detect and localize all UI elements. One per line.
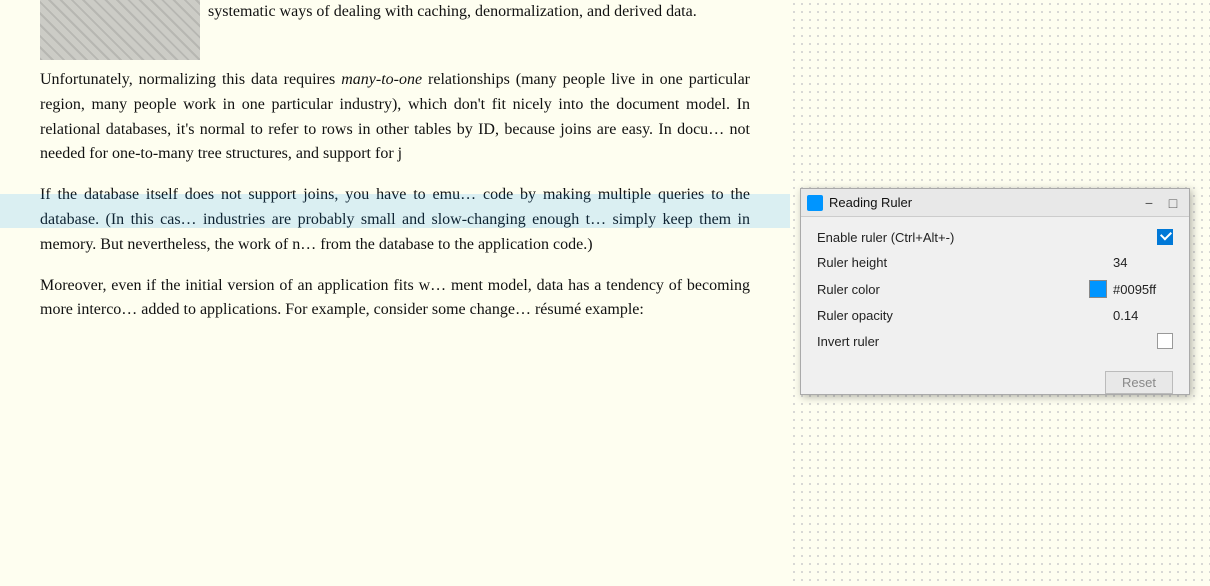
paragraph-3: Moreover, even if the initial version of…	[40, 274, 750, 324]
ruler-opacity-row: Ruler opacity 0.14	[817, 308, 1173, 323]
minimize-button[interactable]: −	[1139, 193, 1159, 213]
ruler-panel-body: Enable ruler (Ctrl+Alt+-) Ruler height 3…	[801, 217, 1189, 383]
ruler-color-group[interactable]: #0095ff	[1089, 280, 1173, 298]
ruler-color-swatch[interactable]	[1089, 280, 1107, 298]
ruler-opacity-value: 0.14	[1113, 308, 1173, 323]
ruler-panel-title: Reading Ruler	[829, 195, 1139, 210]
ruler-opacity-label: Ruler opacity	[817, 308, 1113, 323]
enable-ruler-row: Enable ruler (Ctrl+Alt+-)	[817, 229, 1173, 245]
ruler-color-label: Ruler color	[817, 282, 1089, 297]
invert-ruler-checkbox[interactable]	[1157, 333, 1173, 349]
ruler-height-value: 34	[1113, 255, 1173, 270]
ruler-color-row: Ruler color #0095ff	[817, 280, 1173, 298]
italic-text: many-to-one	[341, 71, 422, 88]
ruler-height-label: Ruler height	[817, 255, 1113, 270]
book-image	[40, 0, 200, 60]
ruler-panel-titlebar[interactable]: Reading Ruler − □	[801, 189, 1189, 217]
invert-ruler-row: Invert ruler	[817, 333, 1173, 349]
enable-ruler-checkbox[interactable]	[1157, 229, 1173, 245]
book-content: systematic ways of dealing with caching,…	[0, 0, 790, 586]
ruler-panel-window-controls: − □	[1139, 193, 1183, 213]
ruler-icon	[807, 195, 823, 211]
reset-button[interactable]: Reset	[1105, 371, 1173, 394]
maximize-button[interactable]: □	[1163, 193, 1183, 213]
paragraph-2: If the database itself does not support …	[40, 183, 750, 257]
paragraph-1: Unfortunately, normalizing this data req…	[40, 68, 750, 167]
invert-ruler-label: Invert ruler	[817, 334, 1157, 349]
book-image-placeholder	[40, 0, 200, 60]
ruler-height-row: Ruler height 34	[817, 255, 1173, 270]
reading-ruler-panel: Reading Ruler − □ Enable ruler (Ctrl+Alt…	[800, 188, 1190, 395]
panel-divider	[817, 359, 1173, 367]
enable-ruler-label: Enable ruler (Ctrl+Alt+-)	[817, 230, 1157, 245]
top-section: systematic ways of dealing with caching,…	[40, 0, 750, 60]
ruler-color-value: #0095ff	[1113, 282, 1173, 297]
top-text: systematic ways of dealing with caching,…	[208, 0, 697, 24]
